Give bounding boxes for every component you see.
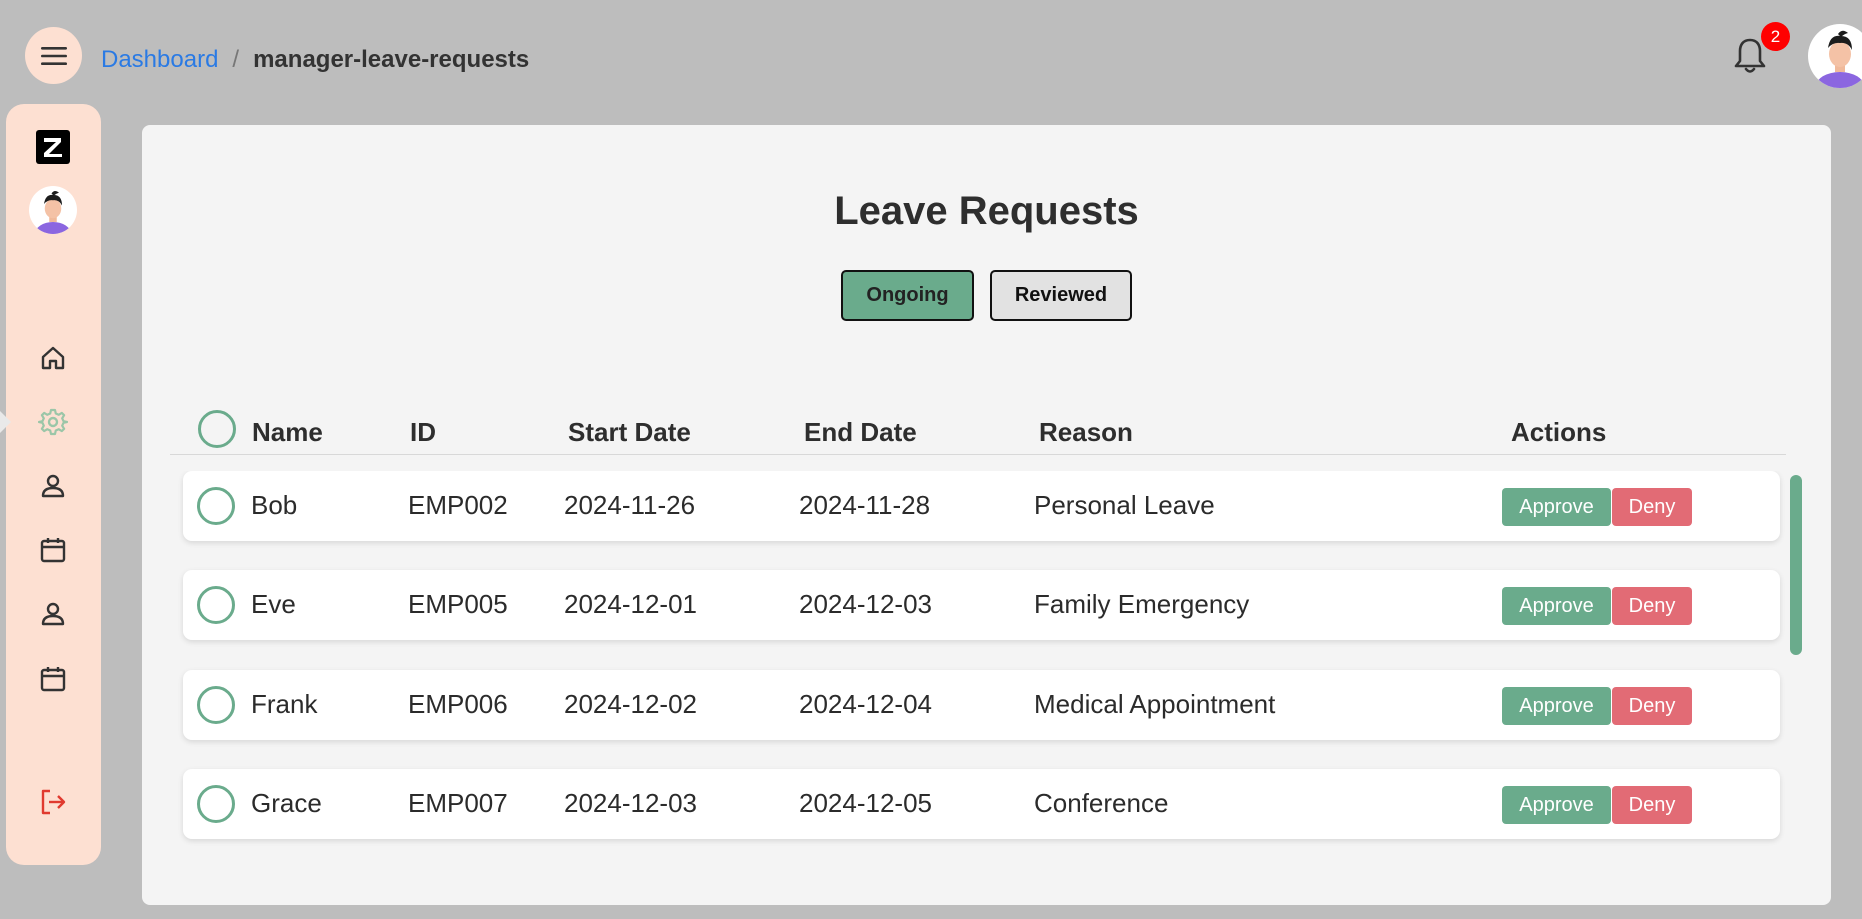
- cell-start-date: 2024-12-02: [564, 689, 697, 719]
- sidebar-item-calendar-2[interactable]: [38, 664, 68, 694]
- user-avatar[interactable]: [1808, 24, 1862, 88]
- deny-button[interactable]: Deny: [1612, 488, 1692, 526]
- row-select-radio[interactable]: [197, 586, 235, 624]
- avatar-image: [1816, 30, 1862, 88]
- app-logo[interactable]: [36, 130, 70, 164]
- leave-requests-card: Leave Requests Ongoing Reviewed Name ID …: [142, 125, 1831, 905]
- approve-button[interactable]: Approve: [1502, 687, 1611, 725]
- approve-button[interactable]: Approve: [1502, 786, 1611, 824]
- home-icon: [41, 346, 65, 370]
- logout-icon: [41, 789, 66, 815]
- sidebar-avatar[interactable]: [29, 186, 77, 234]
- page-title: Leave Requests: [834, 189, 1139, 233]
- table-row: Grace EMP007 2024-12-03 2024-12-05 Confe…: [183, 769, 1780, 839]
- table-body[interactable]: Bob EMP002 2024-11-26 2024-11-28 Persona…: [170, 471, 1791, 881]
- approve-button[interactable]: Approve: [1502, 587, 1611, 625]
- sidebar-item-settings[interactable]: [38, 407, 68, 437]
- user-icon: [41, 474, 65, 498]
- breadcrumb-current: manager-leave-requests: [253, 46, 530, 73]
- column-actions: Actions: [1511, 417, 1607, 447]
- gear-icon: [38, 408, 68, 436]
- deny-button[interactable]: Deny: [1612, 786, 1692, 824]
- cell-reason: Family Emergency: [1034, 589, 1250, 619]
- avatar-image: [35, 191, 71, 234]
- cell-id: EMP007: [408, 788, 508, 818]
- row-select-radio[interactable]: [197, 686, 235, 724]
- breadcrumb-separator: /: [232, 46, 240, 73]
- column-start-date: Start Date: [568, 417, 691, 447]
- cell-end-date: 2024-12-05: [799, 788, 932, 818]
- sidebar-item-home[interactable]: [38, 343, 68, 373]
- cell-id: EMP002: [408, 490, 508, 520]
- logout-button[interactable]: [38, 787, 68, 817]
- cell-id: EMP005: [408, 589, 508, 619]
- cell-reason: Personal Leave: [1034, 490, 1215, 520]
- column-name: Name: [252, 417, 323, 447]
- breadcrumb: Dashboard / manager-leave-requests: [101, 46, 529, 74]
- cell-reason: Medical Appointment: [1034, 689, 1276, 719]
- cell-start-date: 2024-11-26: [564, 490, 696, 520]
- table-row: Frank EMP006 2024-12-02 2024-12-04 Medic…: [183, 670, 1780, 740]
- sidebar-item-calendar[interactable]: [38, 535, 68, 565]
- column-id: ID: [410, 417, 436, 447]
- table-scrollbar[interactable]: [1790, 475, 1802, 655]
- row-select-radio[interactable]: [197, 785, 235, 823]
- hamburger-icon: [40, 46, 67, 65]
- cell-id: EMP006: [408, 689, 508, 719]
- sidebar-item-profile[interactable]: [38, 471, 68, 501]
- calendar-icon: [40, 667, 66, 692]
- column-end-date: End Date: [804, 417, 917, 447]
- menu-button[interactable]: [25, 27, 82, 84]
- status-tabs: Ongoing Reviewed: [142, 270, 1831, 321]
- cell-name: Frank: [251, 689, 318, 719]
- breadcrumb-dashboard-link[interactable]: Dashboard: [101, 46, 218, 74]
- table-row: Eve EMP005 2024-12-01 2024-12-03 Family …: [183, 570, 1780, 640]
- cell-name: Eve: [251, 589, 296, 619]
- cell-start-date: 2024-12-01: [564, 589, 697, 619]
- row-select-radio[interactable]: [197, 487, 235, 525]
- table-header: Name ID Start Date End Date Reason Actio…: [170, 405, 1786, 455]
- user-icon: [41, 602, 65, 626]
- sidebar-item-profile-2[interactable]: [38, 599, 68, 629]
- cell-name: Bob: [251, 490, 298, 520]
- tab-ongoing[interactable]: Ongoing: [841, 270, 974, 321]
- deny-button[interactable]: Deny: [1612, 687, 1692, 725]
- select-all-radio[interactable]: [198, 410, 236, 448]
- notification-badge: 2: [1761, 22, 1790, 51]
- calendar-icon: [40, 538, 66, 563]
- cell-name: Grace: [251, 788, 322, 818]
- cell-reason: Conference: [1034, 788, 1169, 818]
- table-row: Bob EMP002 2024-11-26 2024-11-28 Persona…: [183, 471, 1780, 541]
- deny-button[interactable]: Deny: [1612, 587, 1692, 625]
- column-reason: Reason: [1039, 417, 1133, 447]
- logo-icon: [44, 138, 62, 157]
- cell-end-date: 2024-11-28: [799, 490, 931, 520]
- cell-start-date: 2024-12-03: [564, 788, 697, 818]
- sidebar-active-pointer: [0, 411, 11, 433]
- cell-end-date: 2024-12-03: [799, 589, 932, 619]
- cell-end-date: 2024-12-04: [799, 689, 932, 719]
- approve-button[interactable]: Approve: [1502, 488, 1611, 526]
- tab-reviewed[interactable]: Reviewed: [990, 270, 1132, 321]
- sidebar: [6, 104, 101, 865]
